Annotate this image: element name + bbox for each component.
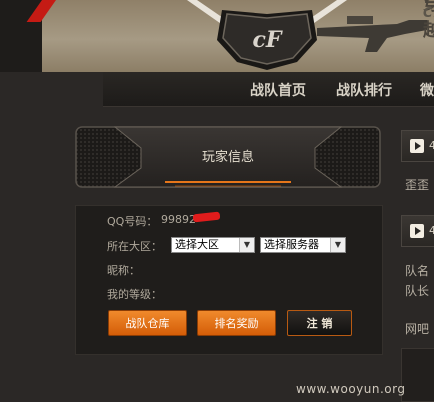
chevron-down-icon: ▼ (330, 238, 345, 252)
rifle-graphic (317, 16, 427, 52)
top-nav: 战队首页 战队排行 微 (103, 72, 434, 107)
side-header-2-text: 4 (429, 224, 434, 237)
logout-button[interactable]: 注 销 (287, 310, 352, 336)
chevron-down-icon: ▼ (239, 238, 254, 252)
play-arrow-icon (410, 139, 424, 153)
site-banner: cF 穿越 CROSS (42, 0, 434, 72)
nav-team-home[interactable]: 战队首页 (250, 80, 306, 100)
player-info-header: 玩家信息 (75, 124, 381, 190)
qq-label: QQ号码： (107, 215, 158, 228)
nav-more[interactable]: 微 (420, 80, 434, 100)
side-captain-label: 队长 (405, 284, 430, 298)
player-info-title: 玩家信息 (201, 150, 254, 165)
side-text-1: 歪歪 (405, 178, 430, 192)
region-select-value: 选择大区 (175, 238, 219, 251)
logo-cross-text: CROSS (423, 6, 434, 21)
side-bottom-box (401, 348, 434, 402)
nickname-label: 昵称： (107, 264, 140, 277)
side-team-name-label: 队名 (405, 264, 430, 278)
side-section-header-2[interactable]: 4 (401, 215, 434, 247)
level-label: 我的等级： (107, 288, 162, 301)
qq-value: 99892 (161, 213, 196, 226)
nav-team-ranking[interactable]: 战队排行 (336, 80, 392, 100)
side-netcafe-label: 网吧 (405, 322, 430, 336)
side-section-header-1[interactable]: 4 (401, 130, 434, 162)
side-header-1-text: 4 (429, 139, 434, 152)
team-warehouse-button[interactable]: 战队仓库 (108, 310, 187, 336)
play-arrow-icon (410, 224, 424, 238)
server-select-value: 选择服务器 (264, 238, 319, 251)
region-select[interactable]: 选择大区 ▼ (171, 237, 255, 253)
server-select[interactable]: 选择服务器 ▼ (260, 237, 346, 253)
region-label: 所在大区： (107, 240, 162, 253)
svg-text:cF: cF (252, 27, 282, 53)
ranking-rewards-button[interactable]: 排名奖励 (197, 310, 276, 336)
watermark: www.wooyun.org (296, 382, 406, 396)
